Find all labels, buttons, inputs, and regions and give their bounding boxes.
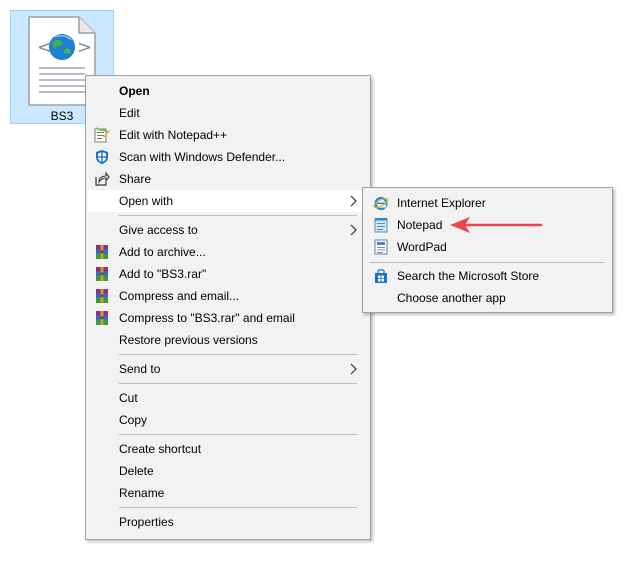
menu-item-label: Copy [119,413,148,427]
menu-item-label: Open with [119,194,174,208]
menu-separator [119,215,357,216]
internet-explorer-icon [373,196,389,211]
menu-item-copy[interactable]: Copy [88,409,368,431]
chevron-right-icon [350,363,357,375]
menu-item-label: Create shortcut [119,442,202,456]
submenu-item-choose-another-app[interactable]: Choose another app [365,287,610,309]
menu-item-share[interactable]: Share [88,168,368,190]
submenu-separator [369,262,604,263]
menu-separator [119,434,357,435]
context-menu: Open Edit Edit with Notepad++ Scan with … [85,75,371,540]
winrar-icon [96,267,108,281]
menu-item-label: Add to archive... [119,245,206,259]
microsoft-store-icon [375,269,387,283]
menu-item-label: Share [119,172,152,186]
winrar-icon [96,289,108,303]
menu-item-properties[interactable]: Properties [88,511,368,533]
menu-item-scan-defender[interactable]: Scan with Windows Defender... [88,146,368,168]
menu-item-label: Add to "BS3.rar" [119,267,207,281]
annotation-arrow-icon [450,217,543,233]
notepad-icon [374,218,388,233]
menu-item-label: Edit [119,106,140,120]
svg-text:>: > [77,37,92,58]
menu-item-open[interactable]: Open [88,80,368,102]
notepadpp-icon [94,127,110,143]
chevron-right-icon [350,224,357,236]
menu-item-label: Rename [119,486,165,500]
menu-separator [119,383,357,384]
submenu-item-label: WordPad [397,240,447,254]
menu-item-restore-previous-versions[interactable]: Restore previous versions [88,329,368,351]
menu-item-give-access[interactable]: Give access to [88,219,368,241]
menu-item-send-to[interactable]: Send to [88,358,368,380]
submenu-item-label: Search the Microsoft Store [397,269,540,283]
menu-item-add-to-archive[interactable]: Add to archive... [88,241,368,263]
menu-item-label: Compress and email... [119,289,240,303]
menu-item-label: Scan with Windows Defender... [119,150,286,164]
winrar-icon [96,245,108,259]
menu-item-create-shortcut[interactable]: Create shortcut [88,438,368,460]
menu-item-label: Restore previous versions [119,333,258,347]
submenu-item-internet-explorer[interactable]: Internet Explorer [365,192,610,214]
menu-item-label: Open [119,84,150,98]
wordpad-icon [374,239,388,255]
submenu-item-label: Choose another app [397,291,506,305]
submenu-item-search-store[interactable]: Search the Microsoft Store [365,265,610,287]
menu-item-label: Properties [119,515,174,529]
menu-item-edit-with-notepadpp[interactable]: Edit with Notepad++ [88,124,368,146]
menu-item-cut[interactable]: Cut [88,387,368,409]
menu-item-compress-and-email[interactable]: Compress and email... [88,285,368,307]
menu-item-label: Give access to [119,223,198,237]
menu-item-delete[interactable]: Delete [88,460,368,482]
menu-item-compress-to-bs3-rar-and-email[interactable]: Compress to "BS3.rar" and email [88,307,368,329]
winrar-icon [96,311,108,325]
defender-shield-icon [96,150,108,164]
menu-item-rename[interactable]: Rename [88,482,368,504]
menu-item-edit[interactable]: Edit [88,102,368,124]
menu-item-label: Cut [119,391,138,405]
submenu-item-label: Internet Explorer [397,196,486,210]
menu-item-label: Delete [119,464,154,478]
menu-item-label: Edit with Notepad++ [119,128,228,142]
menu-item-label: Send to [119,362,161,376]
submenu-item-wordpad[interactable]: WordPad [365,236,610,258]
share-icon [95,171,110,186]
open-with-submenu: Internet Explorer Notepad WordPad Search… [362,187,613,313]
menu-separator [119,507,357,508]
chevron-right-icon [350,195,357,207]
menu-separator [119,354,357,355]
menu-item-open-with[interactable]: Open with [88,190,368,212]
submenu-item-label: Notepad [397,218,443,232]
menu-item-label: Compress to "BS3.rar" and email [119,311,295,325]
menu-item-add-to-bs3-rar[interactable]: Add to "BS3.rar" [88,263,368,285]
